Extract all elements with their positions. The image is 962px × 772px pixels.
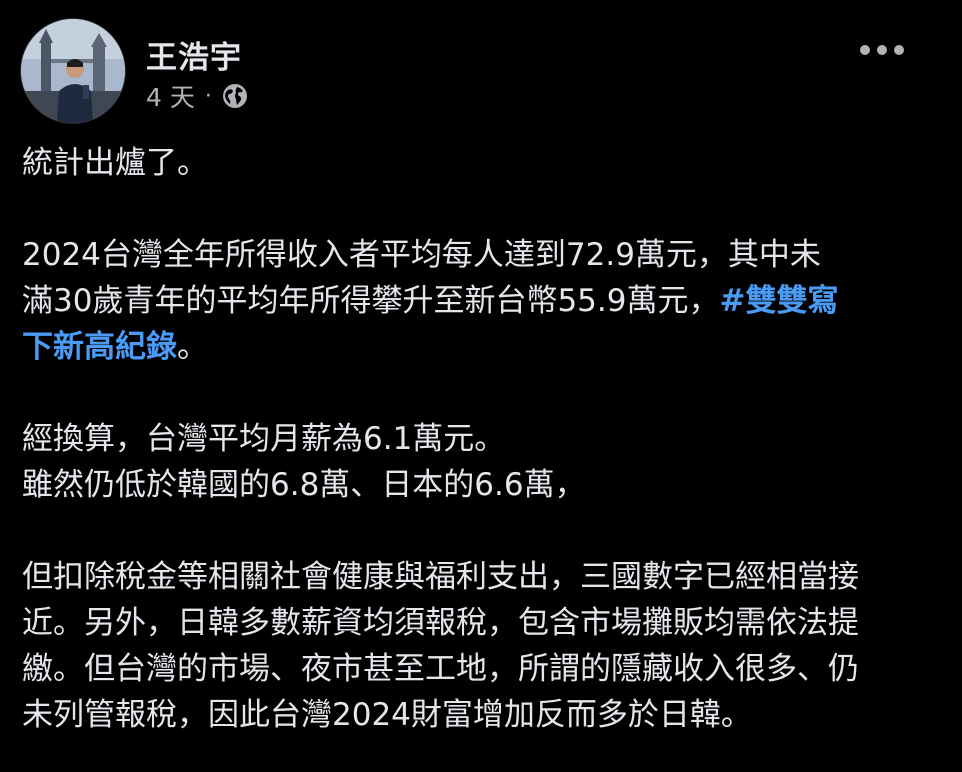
post-header: 王浩宇 4 天 ·	[20, 18, 942, 124]
author-avatar[interactable]	[20, 18, 126, 124]
more-horizontal-icon-dot	[877, 45, 887, 55]
author-name[interactable]: 王浩宇	[146, 32, 242, 77]
post-paragraph-4-line-3: 繳。但台灣的市場、夜市甚至工地，所謂的隱藏收入很多、仍	[22, 651, 859, 687]
hashtag-link-continued[interactable]: 下新高紀錄	[22, 329, 177, 365]
post-card: 王浩宇 4 天 · 統計出爐了。 2024台灣全年所得收入者平均每人達到72.9…	[0, 0, 962, 772]
post-body: 統計出爐了。 2024台灣全年所得收入者平均每人達到72.9萬元，其中未 滿30…	[22, 140, 952, 738]
more-horizontal-icon-dot	[860, 45, 870, 55]
post-paragraph-3-line-1: 經換算，台灣平均月薪為6.1萬元。	[22, 421, 506, 457]
post-text-segment: 滿30歲青年的平均年所得攀升至新台幣55.9萬元，	[22, 283, 720, 319]
post-paragraph-3-line-2: 雖然仍低於韓國的6.8萬、日本的6.6萬，	[22, 467, 586, 503]
post-paragraph-4-line-4: 未列管報稅，因此台灣2024財富增加反而多於日韓。	[22, 697, 752, 733]
meta-separator: ·	[204, 83, 212, 109]
post-meta: 4 天 ·	[146, 78, 248, 114]
more-horizontal-icon-dot	[894, 45, 904, 55]
post-paragraph-4-line-2: 近。另外，日韓多數薪資均須報稅，包含市場攤販均需依法提	[22, 605, 859, 641]
post-paragraph-1: 統計出爐了。	[22, 145, 208, 181]
post-paragraph-2-line-2: 滿30歲青年的平均年所得攀升至新台幣55.9萬元，#雙雙寫	[22, 278, 952, 324]
post-paragraph-2-line-3: 下新高紀錄。	[22, 324, 952, 370]
post-paragraph-4-line-1: 但扣除稅金等相關社會健康與福利支出，三國數字已經相當接	[22, 559, 859, 595]
hashtag-link[interactable]: #雙雙寫	[719, 283, 838, 319]
post-timestamp[interactable]: 4 天	[146, 78, 195, 114]
avatar-photo	[21, 19, 125, 123]
more-options-button[interactable]	[860, 38, 904, 62]
globe-icon[interactable]	[222, 83, 248, 109]
post-paragraph-2-line-1: 2024台灣全年所得收入者平均每人達到72.9萬元，其中未	[22, 237, 821, 273]
post-text-segment: 。	[177, 329, 208, 365]
